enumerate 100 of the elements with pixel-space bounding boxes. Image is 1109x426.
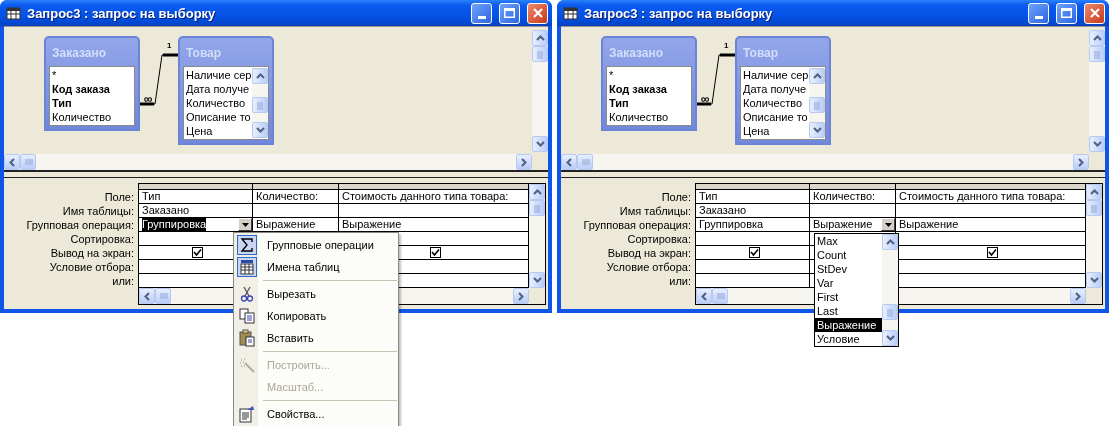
scroll-thumb[interactable] (252, 97, 268, 114)
column-selector[interactable] (896, 184, 1086, 190)
list-option[interactable]: Count (815, 248, 882, 262)
grid-cell[interactable]: Количество: (810, 190, 896, 204)
field-name[interactable]: Тип (52, 96, 134, 110)
grid-cell[interactable]: Выражение (896, 218, 1086, 232)
menu-item[interactable]: Вырезать (235, 283, 397, 305)
grid-cell[interactable] (696, 260, 810, 274)
scroll-right-button[interactable] (1073, 154, 1089, 170)
grid-cell[interactable] (253, 204, 339, 218)
list-option[interactable]: Var (815, 276, 882, 290)
scroll-thumb[interactable] (882, 304, 898, 321)
checkbox[interactable] (748, 247, 760, 258)
field-name[interactable]: Количество (609, 110, 691, 124)
field-name[interactable]: Количество (186, 96, 252, 110)
grid-cell[interactable] (696, 232, 810, 246)
grid-cell[interactable]: Тип (139, 190, 253, 204)
scroll-right-button[interactable] (1070, 288, 1086, 304)
dropdown-button[interactable] (881, 218, 895, 231)
field-name[interactable]: Количество (743, 96, 809, 110)
scroll-down-button[interactable] (532, 136, 548, 152)
scroll-up-button[interactable] (1086, 184, 1102, 200)
maximize-button[interactable] (1056, 2, 1077, 24)
grid-cell[interactable]: Заказано (696, 204, 810, 218)
list-option[interactable]: Max (815, 234, 882, 248)
scroll-left-button[interactable] (561, 154, 577, 170)
scroll-up-button[interactable] (529, 184, 545, 200)
scroll-thumb[interactable] (529, 200, 545, 216)
grid-cell[interactable] (896, 204, 1086, 218)
grid-cell[interactable]: Выражение (810, 218, 896, 232)
field-name[interactable]: Дата получе (743, 82, 809, 96)
scroll-thumb[interactable] (20, 154, 36, 170)
field-name[interactable]: Наличие сер (743, 68, 809, 82)
scroll-up-button[interactable] (252, 68, 268, 84)
field-name[interactable]: Код заказа (609, 82, 691, 96)
scroll-right-button[interactable] (513, 288, 529, 304)
maximize-button[interactable] (499, 2, 520, 24)
scroll-left-button[interactable] (696, 288, 712, 304)
close-button[interactable] (1084, 2, 1105, 24)
field-name[interactable]: * (609, 68, 691, 82)
pane-splitter[interactable] (561, 170, 1105, 178)
minimize-button[interactable] (1028, 2, 1049, 24)
field-name[interactable]: Цена (743, 124, 809, 138)
scroll-down-button[interactable] (1086, 272, 1102, 288)
minimize-button[interactable] (471, 2, 492, 24)
grid-cell[interactable] (339, 204, 529, 218)
column-selector[interactable] (810, 184, 896, 190)
field-name[interactable]: Цена (186, 124, 252, 138)
column-selector[interactable] (696, 184, 810, 190)
field-name[interactable]: Описание то (743, 110, 809, 124)
grid-cell[interactable]: Стоимость данного типа товара: (339, 190, 529, 204)
grid-cell[interactable]: Тип (696, 190, 810, 204)
scroll-down-button[interactable] (882, 330, 898, 346)
field-name[interactable]: Количество (52, 110, 134, 124)
field-name[interactable]: Наличие сер (186, 68, 252, 82)
field-name[interactable]: * (52, 68, 134, 82)
field-name[interactable]: Описание то (186, 110, 252, 124)
field-name[interactable]: Код заказа (52, 82, 134, 96)
list-option[interactable]: Выражение (815, 318, 882, 332)
column-selector[interactable] (253, 184, 339, 190)
scroll-thumb[interactable] (155, 288, 171, 304)
list-option[interactable]: StDev (815, 262, 882, 276)
scroll-right-button[interactable] (516, 154, 532, 170)
scroll-up-button[interactable] (809, 68, 825, 84)
close-button[interactable] (527, 2, 548, 24)
list-option[interactable]: First (815, 290, 882, 304)
column-selector[interactable] (339, 184, 529, 190)
scroll-thumb[interactable] (577, 154, 593, 170)
pane-splitter[interactable] (4, 170, 548, 178)
grid-cell[interactable]: Стоимость данного типа товара: (896, 190, 1086, 204)
scroll-thumb[interactable] (1086, 200, 1102, 216)
scroll-up-button[interactable] (1089, 30, 1105, 46)
grid-cell[interactable] (696, 246, 810, 260)
list-option[interactable]: Условие (815, 332, 882, 346)
checkbox[interactable] (191, 247, 203, 258)
checkbox[interactable] (986, 247, 998, 258)
field-name[interactable]: Тип (609, 96, 691, 110)
scroll-left-button[interactable] (139, 288, 155, 304)
scroll-thumb[interactable] (809, 97, 825, 114)
column-selector[interactable] (139, 184, 253, 190)
scroll-down-button[interactable] (1089, 136, 1105, 152)
menu-item[interactable]: Групповые операции (235, 234, 397, 256)
menu-item[interactable]: Свойства... (235, 403, 397, 425)
checkbox[interactable] (429, 247, 441, 258)
scroll-thumb[interactable] (712, 288, 728, 304)
scroll-up-button[interactable] (882, 234, 898, 250)
menu-item[interactable]: Копировать (235, 305, 397, 327)
scroll-up-button[interactable] (532, 30, 548, 46)
scroll-thumb[interactable] (532, 46, 548, 62)
field-name[interactable]: Дата получе (186, 82, 252, 96)
scroll-down-button[interactable] (529, 272, 545, 288)
grid-cell[interactable]: Группировка (696, 218, 810, 232)
scroll-down-button[interactable] (252, 122, 268, 138)
grid-cell[interactable]: Группировка (139, 218, 253, 232)
menu-item[interactable]: Вставить (235, 327, 397, 349)
scroll-down-button[interactable] (809, 122, 825, 138)
menu-item[interactable]: Имена таблиц (235, 256, 397, 278)
scroll-thumb[interactable] (1089, 46, 1105, 62)
list-option[interactable]: Last (815, 304, 882, 318)
scroll-left-button[interactable] (4, 154, 20, 170)
